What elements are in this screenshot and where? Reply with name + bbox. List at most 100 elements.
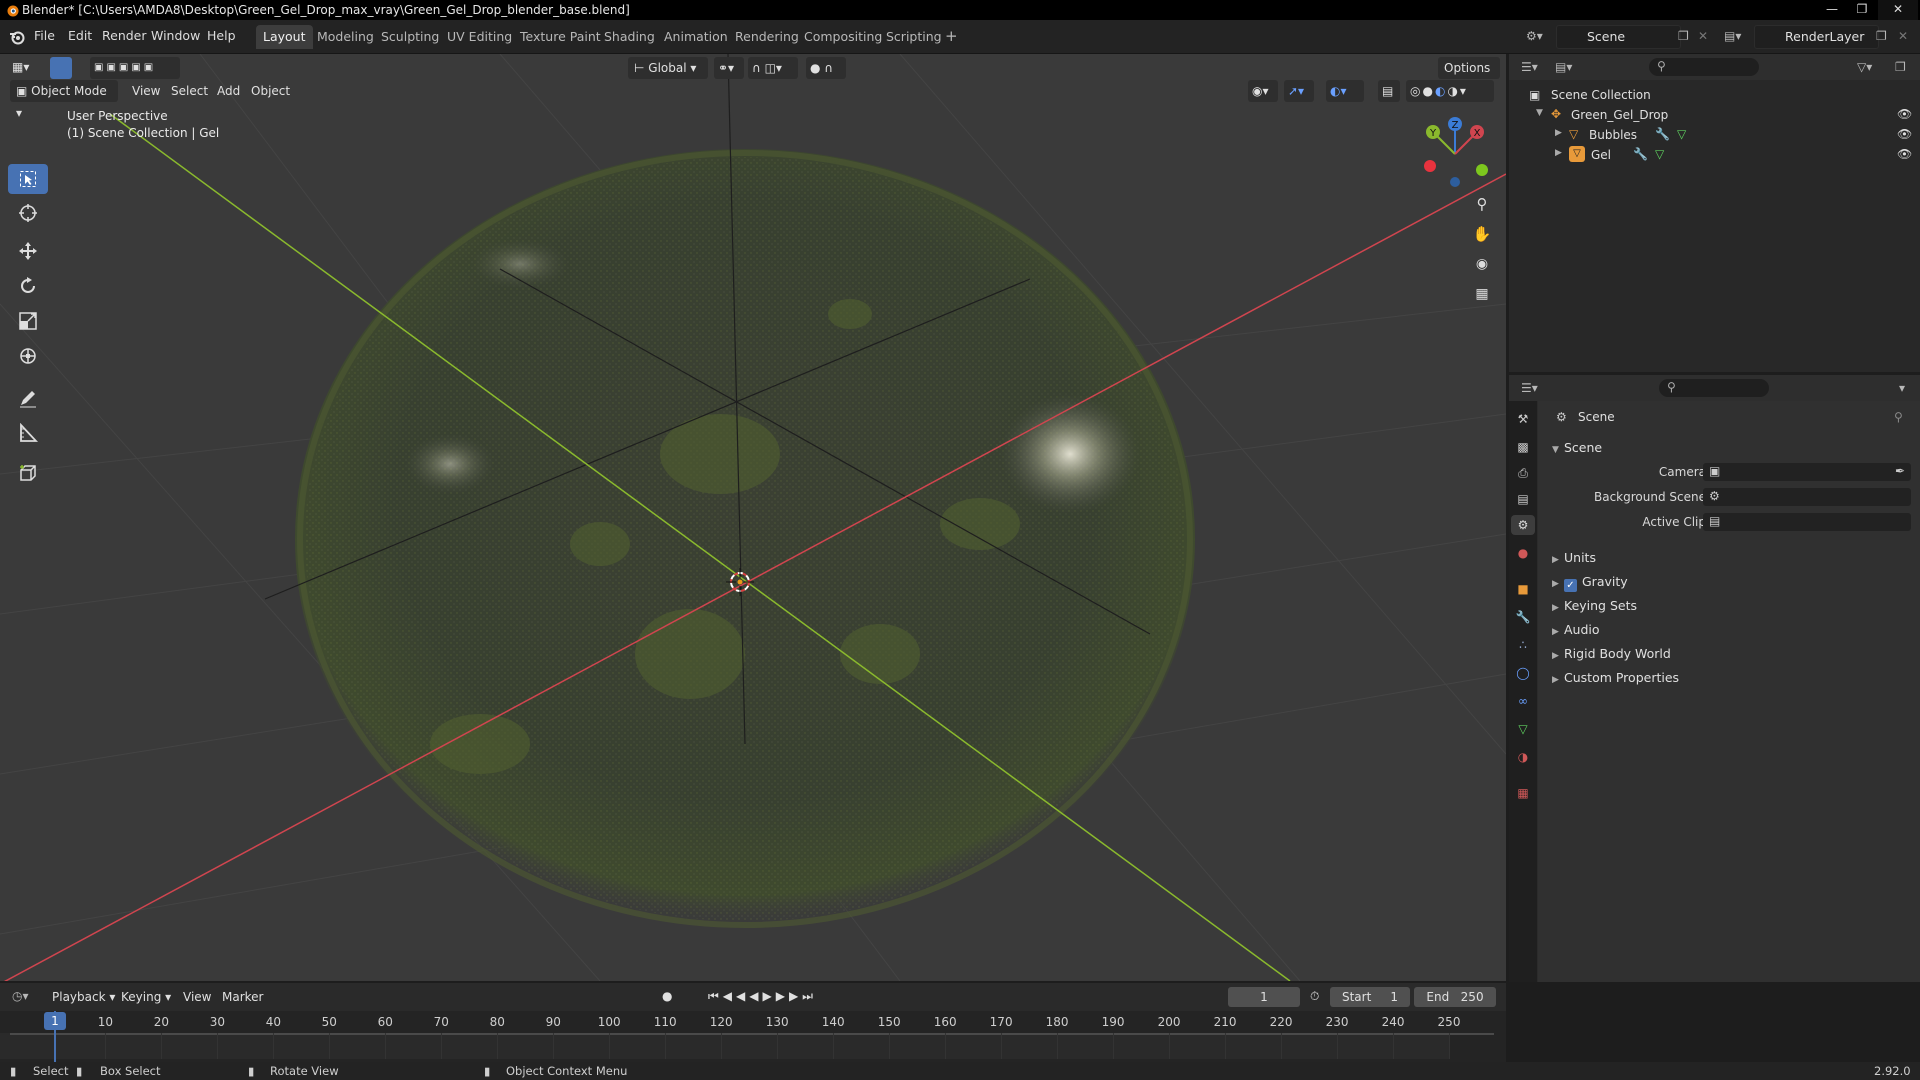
tool-annotate[interactable] (8, 383, 48, 413)
panel-gravity[interactable]: ▶ ✓ Gravity (1552, 574, 1628, 592)
tab-layout[interactable]: Layout (256, 25, 313, 49)
tab-compositing[interactable]: Compositing (797, 25, 889, 49)
menu-playback[interactable]: Playback ▾ (52, 990, 115, 1004)
panel-audio[interactable]: ▶ Audio (1552, 622, 1600, 637)
outliner-search-input[interactable]: ⚲ (1649, 58, 1759, 76)
menu-help[interactable]: Help (207, 28, 236, 43)
delete-scene-icon[interactable]: ✕ (1698, 29, 1708, 43)
new-collection-icon[interactable]: ❐ (1895, 60, 1906, 74)
tab-view-layer[interactable]: ▤ (1513, 489, 1533, 509)
tab-constraints[interactable]: ∞ (1513, 691, 1533, 711)
tool-move[interactable] (8, 236, 48, 266)
gizmo-toggle-icon[interactable]: ➚▾ (1284, 80, 1314, 102)
tool-cursor[interactable] (8, 198, 48, 228)
tab-texture[interactable]: ▦ (1513, 783, 1533, 803)
tab-output[interactable]: ⎙ (1513, 463, 1533, 483)
camera-field[interactable]: ▣ ✒ (1703, 463, 1911, 481)
panel-custom-properties[interactable]: ▶ Custom Properties (1552, 670, 1679, 685)
shading-modes[interactable]: ◎●◐◑▾ (1406, 80, 1494, 102)
close-window-button[interactable]: ✕ (1878, 0, 1918, 20)
menu-object[interactable]: Object (251, 84, 290, 98)
menu-select[interactable]: Select (171, 84, 208, 98)
viewport-scene[interactable] (0, 54, 1506, 981)
ortho-toggle-button[interactable]: ▦ (1468, 280, 1496, 308)
tab-world[interactable]: ● (1513, 543, 1533, 563)
visibility-eye-icon[interactable]: 👁 (1897, 147, 1912, 161)
outliner-row-gel[interactable]: ▶ ▽ Gel 🔧 ▽ 👁 (1509, 145, 1920, 165)
tab-modeling[interactable]: Modeling (310, 25, 381, 49)
render-layer-selector[interactable]: RenderLayer (1754, 25, 1879, 49)
mesh-data-icon[interactable]: ▽ (1677, 127, 1686, 141)
restore-button[interactable]: ❐ (1848, 0, 1876, 20)
timeline-scrollbar[interactable] (10, 1033, 1494, 1035)
pan-view-button[interactable]: ✋ (1468, 220, 1496, 248)
tab-scripting[interactable]: Scripting (879, 25, 949, 49)
properties-editor-icon[interactable]: ☰▾ (1521, 381, 1538, 395)
tab-rendering[interactable]: Rendering (728, 25, 806, 49)
menu-keying[interactable]: Keying ▾ (121, 990, 171, 1004)
navigation-gizmo[interactable]: Z Y X (1415, 114, 1495, 194)
tab-uv-editing[interactable]: UV Editing (440, 25, 519, 49)
outliner-row-scene-collection[interactable]: ▣ Scene Collection (1509, 85, 1920, 105)
expand-arrow-icon[interactable]: ▼ (1536, 108, 1543, 118)
mode-dropdown[interactable]: ▣ Object Mode ▾ (10, 80, 118, 120)
camera-view-button[interactable]: ◉ (1468, 250, 1496, 278)
tab-material[interactable]: ◑ (1513, 747, 1533, 767)
current-frame-field[interactable]: 1 (1228, 987, 1300, 1007)
scene-browse-icon[interactable]: ⚙▾ (1526, 29, 1543, 43)
collapse-arrow-icon[interactable]: ▶ (1555, 128, 1562, 138)
modifier-wrench-icon[interactable]: 🔧 (1633, 147, 1648, 161)
new-scene-icon[interactable]: ❐ (1678, 29, 1689, 43)
tool-transform[interactable] (8, 341, 48, 371)
visibility-eye-icon[interactable]: 👁 (1897, 107, 1912, 121)
tab-render[interactable]: ▩ (1513, 437, 1533, 457)
menu-edit[interactable]: Edit (68, 28, 92, 43)
view-layer-browse-icon[interactable]: ▤▾ (1724, 29, 1741, 43)
mesh-data-icon[interactable]: ▽ (1655, 147, 1664, 161)
menu-timeline-view[interactable]: View (183, 990, 211, 1004)
panel-scene-header[interactable]: ▼ Scene (1552, 440, 1602, 455)
filter-icon[interactable]: ▽▾ (1857, 60, 1872, 74)
tab-sculpting[interactable]: Sculpting (374, 25, 446, 49)
properties-search-input[interactable]: ⚲ (1659, 379, 1769, 397)
visibility-eye-icon[interactable]: 👁 (1897, 127, 1912, 141)
background-scene-field[interactable]: ⚙ (1703, 488, 1911, 506)
editor-type-icon[interactable]: ▦▾ (12, 60, 29, 74)
menu-window[interactable]: Window (151, 28, 200, 43)
playback-controls[interactable]: ⏮◀◀◀▶▶▶⏭ (708, 989, 817, 1004)
tab-modifiers[interactable]: 🔧 (1513, 607, 1533, 627)
stopwatch-icon[interactable]: ⏱ (1310, 989, 1319, 1004)
playhead-frame[interactable]: 1 (44, 1012, 66, 1030)
timeline-editor-icon[interactable]: ◷▾ (12, 989, 29, 1003)
zoom-view-button[interactable]: ⚲ (1468, 190, 1496, 218)
overlays-icon[interactable]: ◐▾ (1326, 80, 1364, 102)
xray-icon[interactable]: ▤ (1378, 80, 1400, 102)
tab-tool[interactable]: ⚒ (1513, 409, 1533, 429)
menu-view[interactable]: View (132, 84, 160, 98)
pin-icon[interactable]: ⚲ (1894, 410, 1903, 424)
record-button[interactable]: ● (662, 989, 672, 1003)
end-frame-field[interactable]: End 250 (1414, 987, 1496, 1007)
properties-options-icon[interactable]: ▾ (1899, 381, 1905, 395)
outliner-editor-icon[interactable]: ☰▾ (1521, 60, 1538, 74)
tab-animation[interactable]: Animation (657, 25, 735, 49)
tab-texture-paint[interactable]: Texture Paint (513, 25, 608, 49)
active-clip-field[interactable]: ▤ (1703, 513, 1911, 531)
blender-menu-icon[interactable] (8, 28, 26, 46)
menu-add[interactable]: Add (217, 84, 240, 98)
menu-marker[interactable]: Marker (222, 990, 263, 1004)
tab-data[interactable]: ▽ (1513, 719, 1533, 739)
menu-file[interactable]: File (34, 28, 55, 43)
delete-view-layer-icon[interactable]: ✕ (1898, 29, 1908, 43)
gravity-checkbox[interactable]: ✓ (1564, 579, 1577, 592)
collapse-arrow-icon[interactable]: ▶ (1555, 148, 1562, 158)
3d-viewport[interactable]: ▦▾ ▣▣▣▣▣ ⊢ Global ▾ ⚭▾ ∩ ◫▾ ● ∩ Options … (0, 54, 1506, 981)
tool-add-cube[interactable] (8, 458, 48, 488)
tool-scale[interactable] (8, 306, 48, 336)
new-view-layer-icon[interactable]: ❐ (1876, 29, 1887, 43)
tool-rotate[interactable] (8, 271, 48, 301)
tab-particles[interactable]: ∴ (1513, 635, 1533, 655)
tab-physics[interactable]: ◯ (1513, 663, 1533, 683)
display-mode-icon[interactable]: ▤▾ (1555, 60, 1572, 74)
panel-units[interactable]: ▶ Units (1552, 550, 1596, 565)
